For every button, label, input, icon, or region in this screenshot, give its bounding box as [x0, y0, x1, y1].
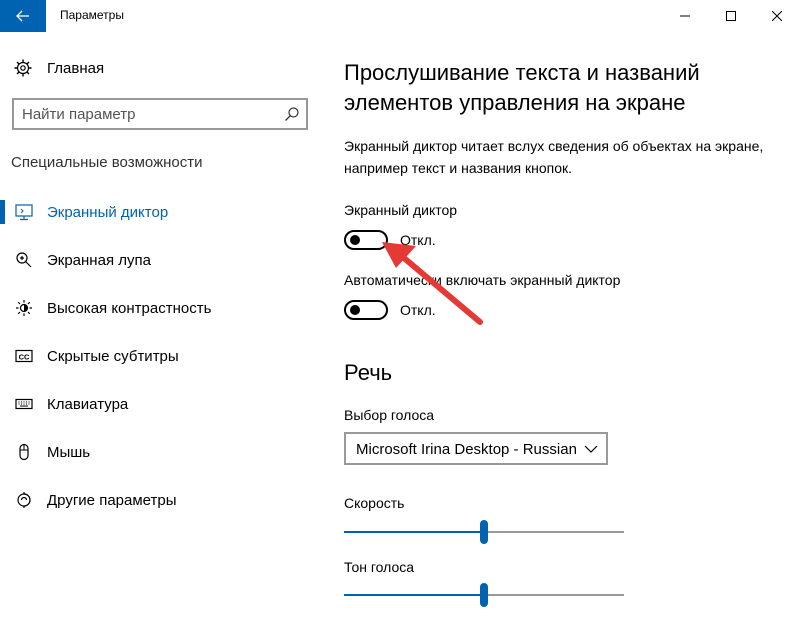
narrator-icon [14, 202, 34, 222]
voice-dropdown[interactable]: Microsoft Irina Desktop - Russian [344, 432, 608, 465]
sidebar-item-closed-captions[interactable]: CC Скрытые субтитры [0, 336, 320, 376]
slider-track-filled [344, 531, 480, 533]
narrator-label: Экранный диктор [344, 202, 458, 218]
toggle-knob [350, 235, 360, 245]
search-box[interactable] [12, 98, 308, 130]
sidebar-item-narrator[interactable]: Экранный диктор [0, 192, 320, 232]
auto-start-toggle[interactable] [344, 300, 388, 320]
active-indicator [0, 200, 5, 224]
back-button[interactable] [0, 0, 46, 32]
close-button[interactable] [754, 0, 800, 32]
sidebar-item-magnifier[interactable]: Экранная лупа [0, 240, 320, 280]
sidebar-item-mouse[interactable]: Мышь [0, 432, 320, 472]
speech-section-title: Речь [344, 360, 393, 385]
back-arrow-icon [16, 10, 29, 22]
speed-slider[interactable] [344, 520, 624, 544]
slider-track-empty [488, 594, 624, 596]
sidebar-home[interactable]: Главная [14, 56, 294, 80]
cc-icon: CC [14, 346, 34, 366]
sidebar-section-label: Специальные возможности [11, 154, 203, 171]
auto-start-label: Автоматически включать экранный диктор [344, 272, 621, 288]
sidebar-item-keyboard[interactable]: Клавиатура [0, 384, 320, 424]
sidebar-item-high-contrast[interactable]: Высокая контрастность [0, 288, 320, 328]
pitch-label: Тон голоса [344, 559, 415, 575]
magnifier-icon [14, 250, 34, 270]
sidebar-item-other-settings[interactable]: Другие параметры [0, 480, 320, 520]
maximize-button[interactable] [708, 0, 754, 32]
slider-track-empty [488, 531, 624, 533]
search-input[interactable] [22, 103, 272, 125]
voice-label: Выбор голоса [344, 407, 435, 423]
maximize-icon [726, 11, 736, 21]
speed-label: Скорость [344, 495, 405, 511]
sidebar-home-label: Главная [47, 59, 105, 77]
narrator-toggle[interactable] [344, 230, 388, 250]
page-description: Экранный диктор читает вслух сведения об… [344, 138, 764, 176]
toggle-knob [350, 305, 360, 315]
mouse-icon [14, 442, 34, 462]
title-bar: Параметры [0, 0, 800, 32]
gear-icon [14, 59, 32, 77]
minimize-button[interactable] [662, 0, 708, 32]
sidebar-item-label: Экранный диктор [47, 203, 169, 221]
keyboard-icon [14, 394, 34, 414]
contrast-icon [14, 298, 34, 318]
narrator-toggle-state: Откл. [400, 232, 436, 248]
slider-track-filled [344, 594, 480, 596]
voice-dropdown-value: Microsoft Irina Desktop - Russian [356, 441, 577, 458]
sidebar-item-label: Мышь [47, 443, 91, 461]
close-icon [772, 11, 782, 21]
page-title: Прослушивание текста и названий элементо… [344, 60, 700, 115]
other-settings-icon [14, 490, 34, 510]
sidebar-item-label: Скрытые субтитры [47, 347, 179, 365]
pitch-slider[interactable] [344, 583, 624, 607]
sidebar-item-label: Другие параметры [47, 491, 177, 509]
svg-text:CC: CC [19, 352, 30, 361]
window-title: Параметры [60, 8, 124, 22]
minimize-icon [680, 15, 690, 17]
sidebar-item-label: Экранная лупа [47, 251, 151, 269]
sidebar-item-label: Клавиатура [47, 395, 129, 413]
slider-thumb[interactable] [480, 583, 488, 607]
slider-thumb[interactable] [480, 520, 488, 544]
search-icon [285, 107, 299, 121]
sidebar-item-label: Высокая контрастность [47, 299, 212, 317]
chevron-down-icon [584, 445, 598, 453]
auto-start-toggle-state: Откл. [400, 302, 436, 318]
